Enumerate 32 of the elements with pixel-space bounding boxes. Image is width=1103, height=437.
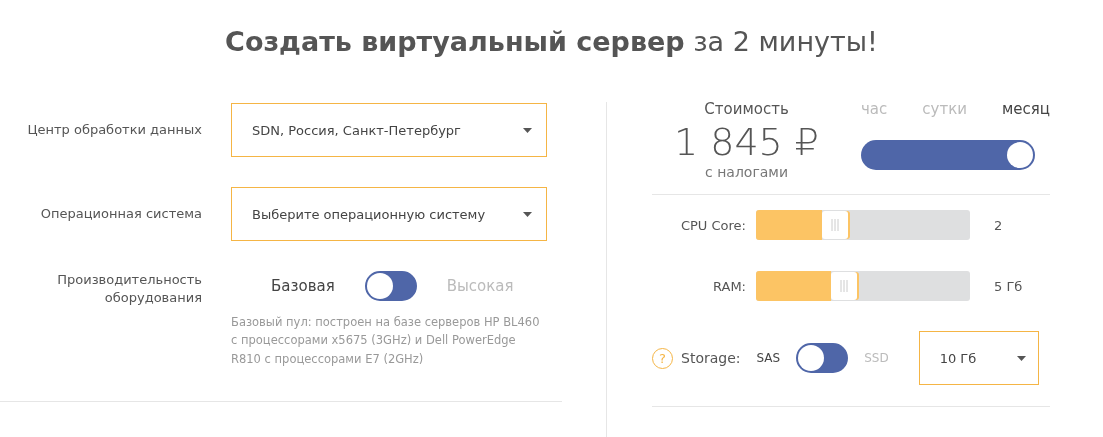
period-slider[interactable]: [861, 140, 1035, 170]
option-label: SSD: [864, 351, 889, 366]
period-option[interactable]: месяц: [1001, 100, 1050, 118]
toggle-switch[interactable]: [796, 343, 849, 374]
field-label: Операционная система: [39, 205, 202, 223]
resource-value: 5 Гб: [994, 278, 1023, 294]
price-note: с налогами: [705, 163, 788, 180]
price-label: Стоимость: [704, 100, 789, 118]
field-label: Центр обработки данных: [26, 121, 202, 139]
option-label: SAS: [756, 351, 781, 366]
price-amount: 1 845 ₽: [673, 122, 819, 164]
storage-label: Storage:: [681, 350, 741, 367]
resource-label: CPU Core:: [679, 217, 747, 233]
slider-thumb[interactable]: [1007, 142, 1033, 168]
dropdown[interactable]: 10 Гб: [918, 331, 1039, 386]
field-label: Производительность оборудования: [56, 271, 202, 307]
toggle-switch[interactable]: [364, 271, 417, 301]
resource-value: 2: [994, 217, 1003, 233]
dropdown[interactable]: Выберите операционную систему: [231, 187, 547, 241]
page-title: Создать виртуальный сервер за 2 минуты!: [224, 25, 879, 59]
dropdown[interactable]: SDN, Россия, Санкт-Петербург: [231, 103, 547, 157]
caret-icon: [1016, 355, 1026, 361]
option-label: Высокая: [446, 277, 514, 295]
resource-slider[interactable]: [756, 210, 970, 241]
slider-thumb[interactable]: [830, 272, 857, 301]
caret-icon: [523, 211, 532, 217]
caret-icon: [523, 127, 532, 133]
hint-text: Базовый пул: построен на базе серверов HP BL460 с процессорами x5675 (3GHz) и Dell PowerEdge R810 с процессорами E7 (2GHz): [231, 314, 541, 368]
resource-slider[interactable]: [756, 271, 970, 302]
option-label: Базовая: [271, 277, 335, 295]
resource-label: RAM:: [712, 278, 747, 294]
slider-thumb[interactable]: [822, 211, 849, 240]
